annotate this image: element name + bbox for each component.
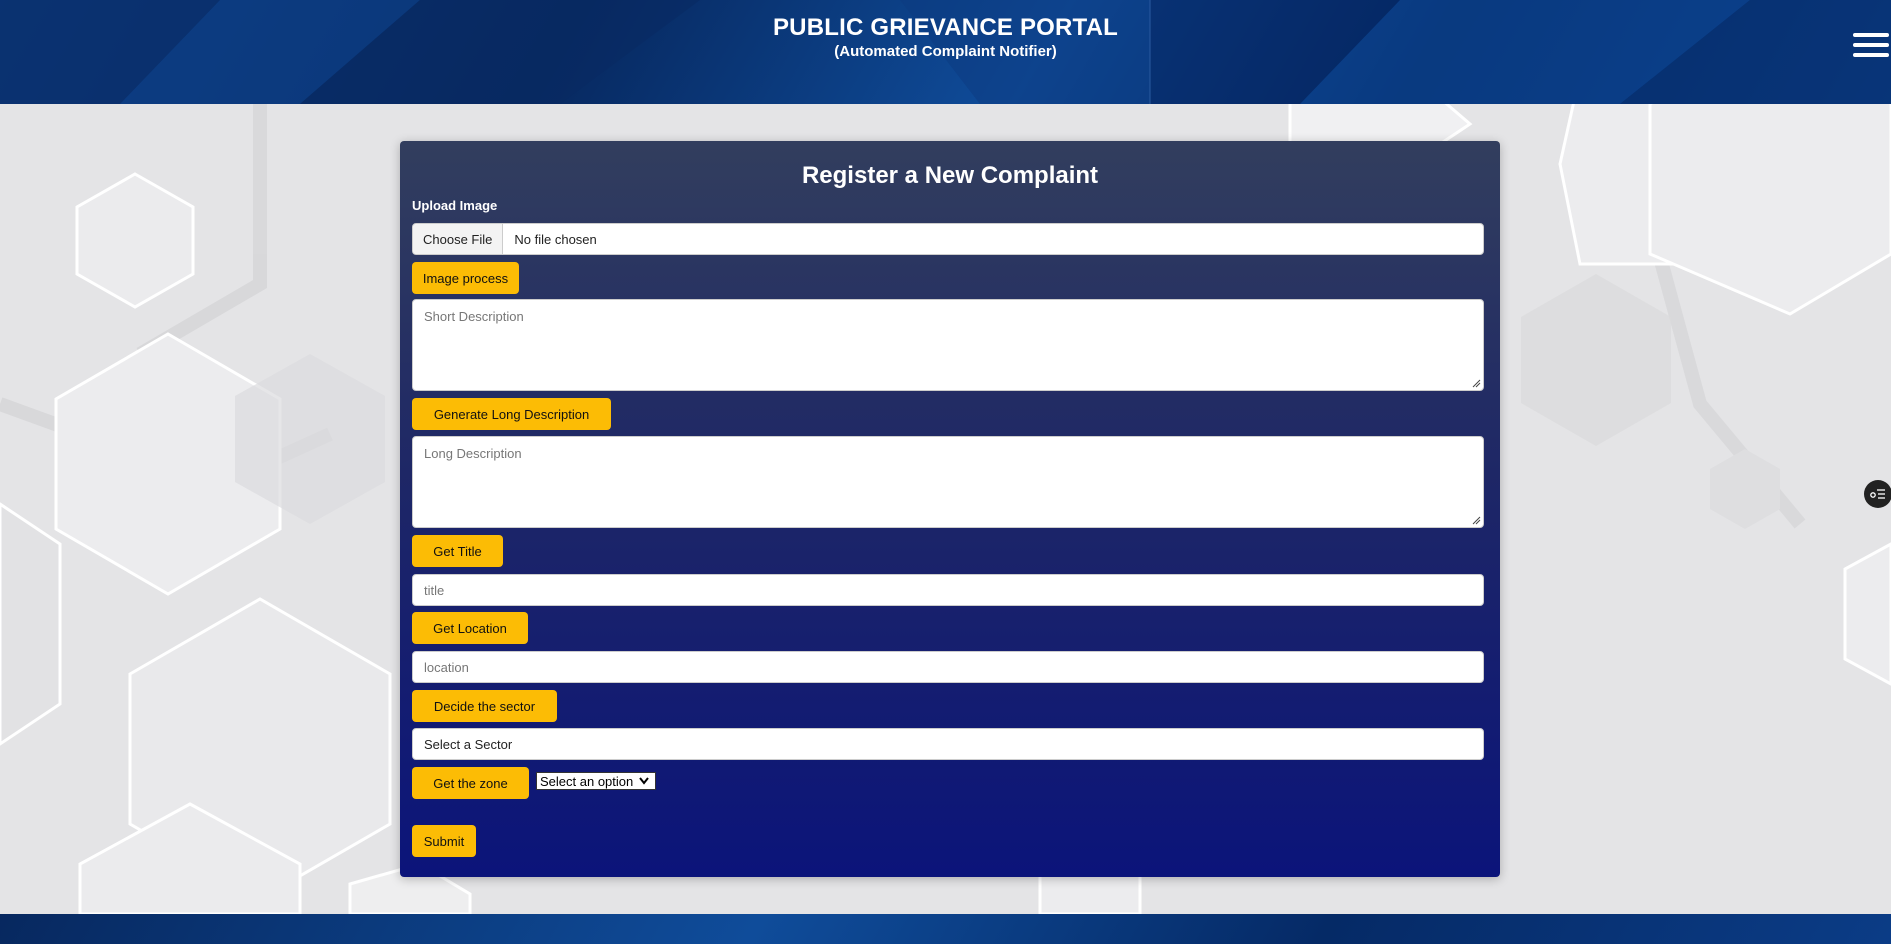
resize-handle-icon[interactable]: [1471, 378, 1481, 388]
long-description-placeholder: Long Description: [424, 446, 522, 461]
decide-sector-button[interactable]: Decide the sector: [412, 690, 557, 722]
get-zone-button[interactable]: Get the zone: [412, 767, 529, 799]
short-description-placeholder: Short Description: [424, 309, 524, 324]
title-input[interactable]: title: [412, 574, 1484, 606]
hamburger-menu-icon[interactable]: [1853, 33, 1889, 61]
upload-image-label: Upload Image: [412, 198, 498, 213]
sector-select[interactable]: Select a Sector: [412, 728, 1484, 760]
settings-list-icon[interactable]: [1864, 480, 1891, 508]
choose-file-button[interactable]: Choose File: [413, 224, 504, 254]
location-placeholder: location: [424, 659, 469, 675]
get-location-button[interactable]: Get Location: [412, 612, 528, 644]
get-title-button[interactable]: Get Title: [412, 535, 503, 567]
file-upload-input[interactable]: Choose File No file chosen: [412, 223, 1484, 255]
zone-select-value: Select an option: [540, 773, 634, 789]
title-placeholder: title: [424, 582, 445, 598]
portal-subtitle: (Automated Complaint Notifier): [834, 43, 1057, 60]
sector-select-value: Select a Sector: [424, 736, 513, 752]
long-description-textarea[interactable]: Long Description: [412, 436, 1484, 528]
chevron-down-icon: [639, 777, 650, 785]
submit-button[interactable]: Submit: [412, 825, 476, 857]
settings-list-glyph: [1870, 489, 1885, 499]
complaint-form-panel: Register a New Complaint Upload Image Ch…: [400, 141, 1500, 877]
generate-long-description-button[interactable]: Generate Long Description: [412, 398, 611, 430]
footer: [0, 914, 1891, 944]
file-status-text: No file chosen: [514, 231, 597, 247]
short-description-textarea[interactable]: Short Description: [412, 299, 1484, 391]
form-title: Register a New Complaint: [801, 162, 1099, 189]
resize-handle-icon[interactable]: [1471, 515, 1481, 525]
header: PUBLIC GRIEVANCE PORTAL (Automated Compl…: [0, 0, 1891, 104]
image-process-button[interactable]: Image process: [412, 262, 519, 294]
location-input[interactable]: location: [412, 651, 1484, 683]
portal-title: PUBLIC GRIEVANCE PORTAL: [772, 14, 1119, 41]
zone-select[interactable]: Select an option: [536, 772, 656, 790]
